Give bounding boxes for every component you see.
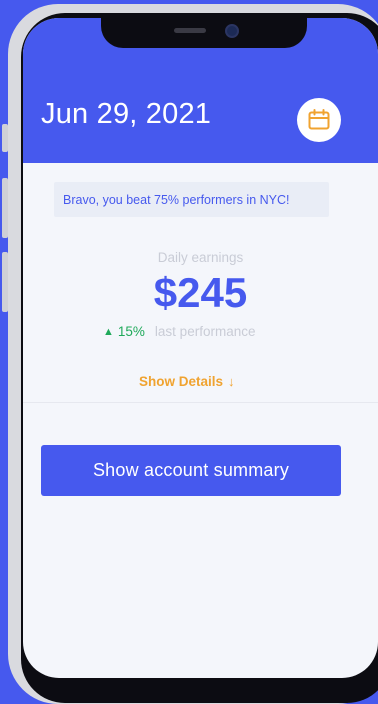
- divider: [23, 402, 378, 403]
- volume-down-button: [2, 252, 8, 312]
- volume-up-button: [2, 178, 8, 238]
- earnings-amount: $245: [153, 269, 248, 316]
- speaker: [174, 28, 206, 33]
- performance-delta: ▲ 15% last performance: [103, 324, 255, 339]
- calendar-icon: [308, 109, 330, 130]
- banner-text: Bravo, you beat 75% performers in NYC!: [63, 192, 290, 207]
- summary-button-label: Show account summary: [92, 460, 290, 480]
- delta-value: 15%: [117, 324, 145, 339]
- phone-screen: Jun 29, 2021 Bravo, you beat 75% perform…: [23, 18, 378, 678]
- show-details-label: Show Details: [139, 374, 224, 389]
- delta-label: last performance: [154, 324, 256, 339]
- earnings-label: Daily earnings: [157, 250, 244, 265]
- show-details-link[interactable]: Show Details ↓: [139, 374, 235, 389]
- camera: [225, 24, 239, 38]
- date-title: Jun 29, 2021: [41, 98, 212, 130]
- header: Jun 29, 2021: [23, 18, 378, 163]
- side-button: [2, 124, 8, 152]
- show-account-summary-button[interactable]: Show account summary: [41, 445, 341, 496]
- triangle-up-icon: ▲: [103, 325, 114, 338]
- notch: [101, 18, 307, 48]
- performance-banner: Bravo, you beat 75% performers in NYC!: [54, 182, 329, 217]
- arrow-down-icon: ↓: [228, 374, 235, 389]
- calendar-button[interactable]: [297, 98, 341, 142]
